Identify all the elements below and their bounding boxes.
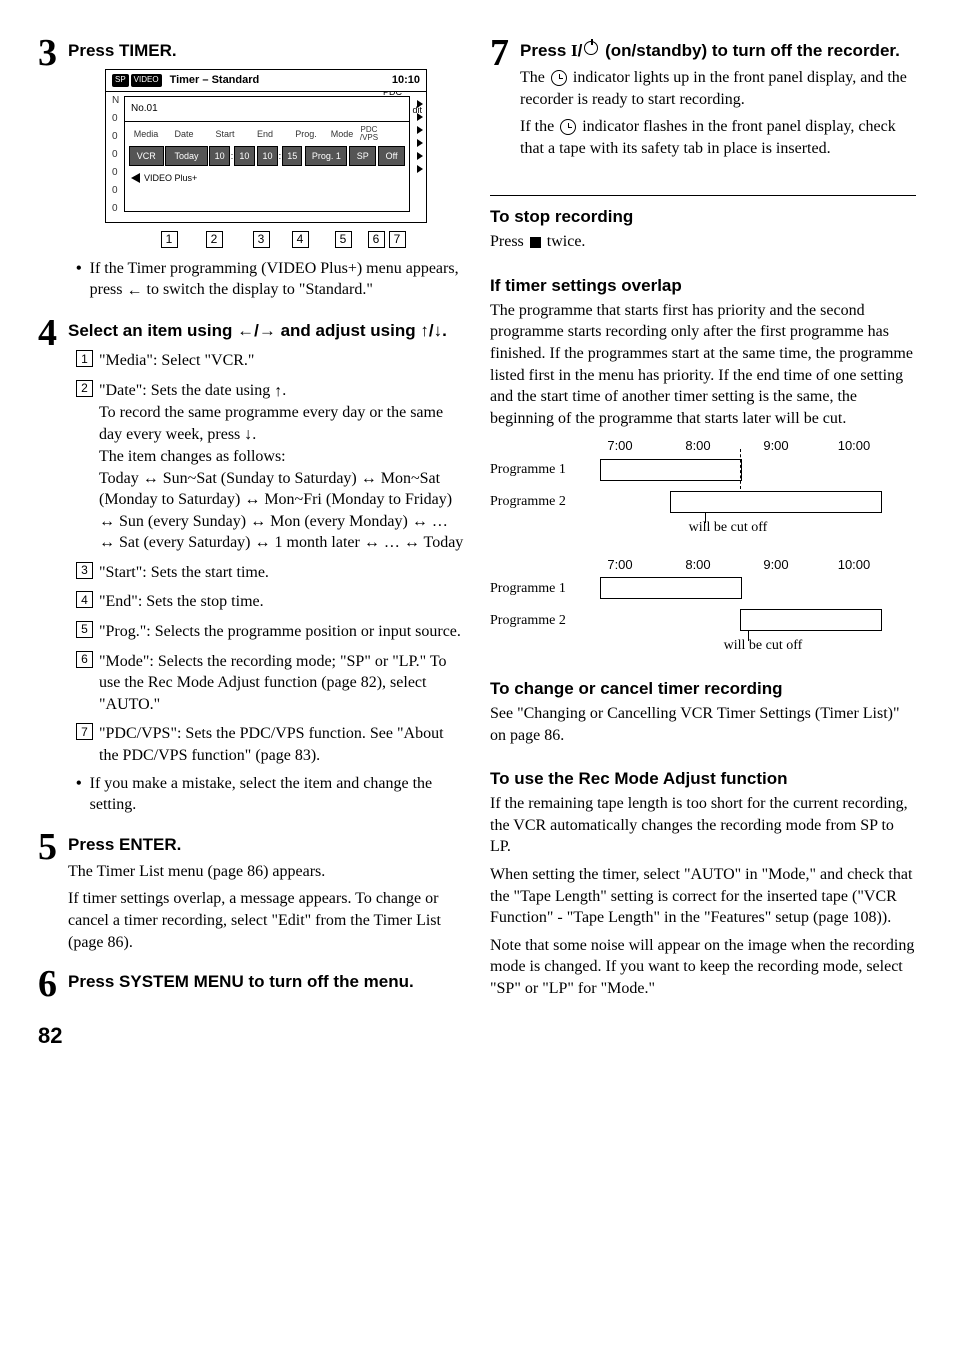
- sp-badge: SP: [112, 74, 129, 87]
- step5-p2: If timer settings overlap, a message app…: [68, 888, 464, 953]
- bothways-arrow-icon: [143, 470, 159, 487]
- page-number: 82: [38, 1021, 464, 1051]
- step-6: 6 Press SYSTEM MENU to turn off the menu…: [38, 965, 464, 1003]
- up-arrow-icon: [420, 320, 429, 343]
- step5-head: Press ENTER.: [68, 834, 464, 857]
- step-number: 7: [490, 34, 520, 72]
- clock-icon: [551, 70, 567, 86]
- item-2: 2 "Date": Sets the date using . To recor…: [76, 380, 464, 554]
- step-number: 3: [38, 34, 68, 72]
- timer-title: Timer – Standard: [170, 73, 260, 88]
- step7-head: Press I/ (on/standby) to turn off the re…: [520, 40, 916, 63]
- item-5: 5"Prog.": Selects the programme position…: [76, 621, 464, 643]
- timer-clock: 10:10: [392, 73, 420, 88]
- step-5: 5 Press ENTER. The Timer List menu (page…: [38, 828, 464, 959]
- recmode-head: To use the Rec Mode Adjust function: [490, 768, 916, 791]
- clock-icon: [560, 119, 576, 135]
- right-arrow-icon: [259, 320, 276, 343]
- step-number: 5: [38, 828, 68, 866]
- item-1: 1"Media": Select "VCR.": [76, 350, 464, 372]
- timer-entry-panel: No.01 Media Date Start End Prog. Mode PD…: [124, 96, 410, 212]
- overlap-diagram-1: 7:008:009:0010:00 Programme 1 Programme …: [490, 437, 916, 537]
- item-6: 6"Mode": Selects the recording mode; "SP…: [76, 651, 464, 716]
- timer-menu-screenshot: SP VIDEO Timer – Standard 10:10 PDC dit …: [105, 69, 427, 223]
- step4-bullet: If you make a mistake, select the item a…: [76, 773, 464, 816]
- stop-body: Press twice.: [490, 231, 916, 253]
- step-3: 3 Press TIMER. SP VIDEO Timer – Standard…: [38, 34, 464, 308]
- item-4: 4"End": Sets the stop time.: [76, 591, 464, 613]
- step-number: 6: [38, 965, 68, 1003]
- change-body: See "Changing or Cancelling VCR Timer Se…: [490, 703, 916, 746]
- stop-head: To stop recording: [490, 206, 916, 229]
- step5-p1: The Timer List menu (page 86) appears.: [68, 861, 464, 883]
- cut-label: will be cut off: [540, 519, 916, 538]
- overlap-head: If timer settings overlap: [490, 275, 916, 298]
- recmode-p3: Note that some noise will appear on the …: [490, 935, 916, 1000]
- cut-label: will be cut off: [610, 637, 916, 656]
- ghost-rows: N000000: [112, 92, 119, 218]
- step7-p2: If the indicator flashes in the front pa…: [520, 116, 916, 159]
- side-arrows: [417, 100, 423, 173]
- right-column: 7 Press I/ (on/standby) to turn off the …: [490, 28, 916, 1051]
- left-arrow-icon: [127, 280, 143, 302]
- overlap-body: The programme that starts first has prio…: [490, 300, 916, 430]
- step7-p1: The indicator lights up in the front pan…: [520, 67, 916, 110]
- step6-head: Press SYSTEM MENU to turn off the menu.: [68, 971, 464, 994]
- step3-bullet: If the Timer programming (VIDEO Plus+) m…: [76, 258, 464, 302]
- recmode-p1: If the remaining tape length is too shor…: [490, 793, 916, 858]
- step-number: 4: [38, 314, 68, 352]
- video-badge: VIDEO: [131, 74, 162, 87]
- step-4: 4 Select an item using / and adjust usin…: [38, 314, 464, 822]
- videoplus-label: VIDEO Plus+: [144, 172, 197, 184]
- recmode-p2: When setting the timer, select "AUTO" in…: [490, 864, 916, 929]
- power-icon: [584, 41, 598, 55]
- divider: [490, 195, 916, 196]
- item-7: 7"PDC/VPS": Sets the PDC/VPS function. S…: [76, 723, 464, 766]
- left-column: 3 Press TIMER. SP VIDEO Timer – Standard…: [38, 28, 464, 1051]
- entry-no: No.01: [131, 102, 158, 116]
- stop-square-icon: [530, 237, 541, 248]
- callout-row: 1 2 3 4 5 6 7: [106, 231, 426, 248]
- left-triangle-icon: [131, 173, 140, 183]
- change-head: To change or cancel timer recording: [490, 678, 916, 701]
- step3-head: Press TIMER.: [68, 40, 464, 63]
- step4-head: Select an item using / and adjust using …: [68, 320, 464, 343]
- overlap-diagram-2: 7:008:009:0010:00 Programme 1 Programme …: [490, 556, 916, 656]
- step-7: 7 Press I/ (on/standby) to turn off the …: [490, 34, 916, 165]
- item-3: 3"Start": Sets the start time.: [76, 562, 464, 584]
- left-arrow-icon: [237, 320, 254, 343]
- down-arrow-icon: [434, 320, 443, 343]
